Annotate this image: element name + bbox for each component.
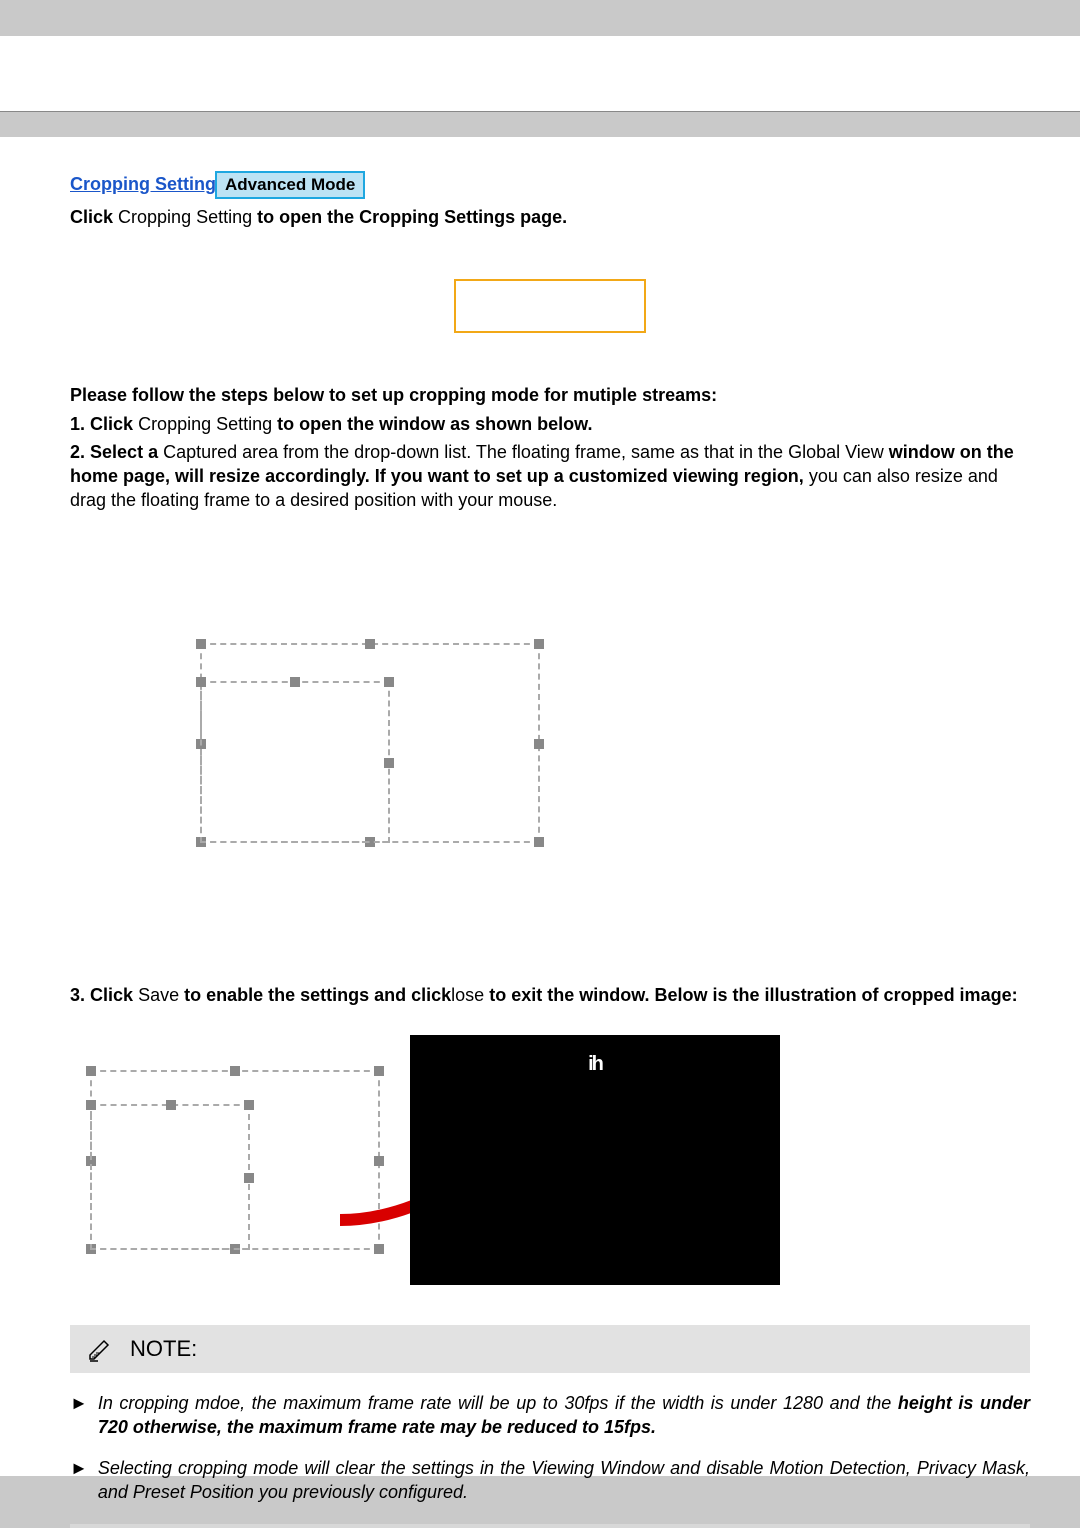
triangle-bullet-icon: ► <box>70 1391 88 1440</box>
step3-close: lose <box>451 985 484 1005</box>
step2-a: Select a <box>90 442 158 462</box>
crop-inner-frame <box>200 681 390 843</box>
step-1: 1. Click Cropping Setting to open the wi… <box>70 412 1030 436</box>
intro-click: Click <box>70 207 113 227</box>
handle-icon <box>290 677 300 687</box>
step1-b: Cropping Setting <box>133 414 277 434</box>
step3-c: to exit the window. Below is the illustr… <box>484 985 1017 1005</box>
handle-icon <box>534 837 544 847</box>
placeholder-box <box>454 279 646 333</box>
handle-icon <box>534 739 544 749</box>
handle-icon <box>86 1100 96 1110</box>
step2-b: Captured area from the drop-down list. T… <box>158 442 889 462</box>
step-3: 3. Click Save to enable the settings and… <box>70 983 1030 1007</box>
handle-icon <box>196 639 206 649</box>
crop-figure-1 <box>200 643 540 843</box>
step1-num: 1. <box>70 414 85 434</box>
brand-logo: VIVOTEK <box>928 86 1032 112</box>
page-footer: User's Manual - 69 <box>890 1422 1032 1442</box>
note-bar: NOTE: <box>70 1325 1030 1373</box>
step1-c: to open the window as shown below. <box>277 414 592 434</box>
step3-num: 3. <box>70 985 85 1005</box>
step3-b: to enable the settings and click <box>184 985 451 1005</box>
steps-intro: Please follow the steps below to set up … <box>70 383 1030 407</box>
handle-icon <box>384 758 394 768</box>
handle-icon <box>374 1156 384 1166</box>
note-title: NOTE: <box>130 1336 197 1362</box>
advanced-mode-badge: Advanced Mode <box>215 171 365 199</box>
content-area: Cropping Setting Advanced Mode Click Cro… <box>70 171 1030 1528</box>
page: VIVOTEK Cropping Setting Advanced Mode C… <box>0 36 1080 1476</box>
note2-text: Selecting cropping mode will clear the s… <box>98 1456 1030 1505</box>
handle-icon <box>86 1066 96 1076</box>
crop-figure-2 <box>90 1070 380 1250</box>
cropping-setting-link[interactable]: Cropping Setting <box>70 174 216 194</box>
step2-num: 2. <box>70 442 85 462</box>
intro-rest: to open the Cropping Settings page. <box>257 207 567 227</box>
handle-icon <box>230 1066 240 1076</box>
note-item-1: ► In cropping mdoe, the maximum frame ra… <box>70 1391 1030 1440</box>
note-list: ► In cropping mdoe, the maximum frame ra… <box>70 1391 1030 1504</box>
handle-icon <box>374 1244 384 1254</box>
intro-line: Click Cropping Setting to open the Cropp… <box>70 205 1030 229</box>
pencil-icon <box>86 1335 114 1363</box>
illustration-row: ih <box>70 1035 1030 1285</box>
intro-name: Cropping Setting <box>113 207 257 227</box>
step1-a: Click <box>90 414 133 434</box>
note-separator <box>70 1524 1030 1528</box>
triangle-bullet-icon: ► <box>70 1456 88 1505</box>
section-heading: Cropping Setting Advanced Mode <box>70 171 1030 199</box>
handle-icon <box>244 1100 254 1110</box>
crop-inner-frame <box>90 1104 250 1250</box>
blackbox-label: ih <box>410 1053 780 1076</box>
handle-icon <box>166 1100 176 1110</box>
handle-icon <box>244 1173 254 1183</box>
cropped-output-box: ih <box>410 1035 780 1285</box>
step3-a: Click <box>90 985 133 1005</box>
handle-icon <box>384 677 394 687</box>
step-2: 2. Select a Captured area from the drop-… <box>70 440 1030 513</box>
note-item-2: ► Selecting cropping mode will clear the… <box>70 1456 1030 1505</box>
header-band <box>0 111 1080 137</box>
note1-a: In cropping mdoe, the maximum frame rate… <box>98 1393 898 1413</box>
step3-save: Save <box>133 985 184 1005</box>
handle-icon <box>365 639 375 649</box>
handle-icon <box>374 1066 384 1076</box>
handle-icon <box>534 639 544 649</box>
handle-icon <box>196 677 206 687</box>
